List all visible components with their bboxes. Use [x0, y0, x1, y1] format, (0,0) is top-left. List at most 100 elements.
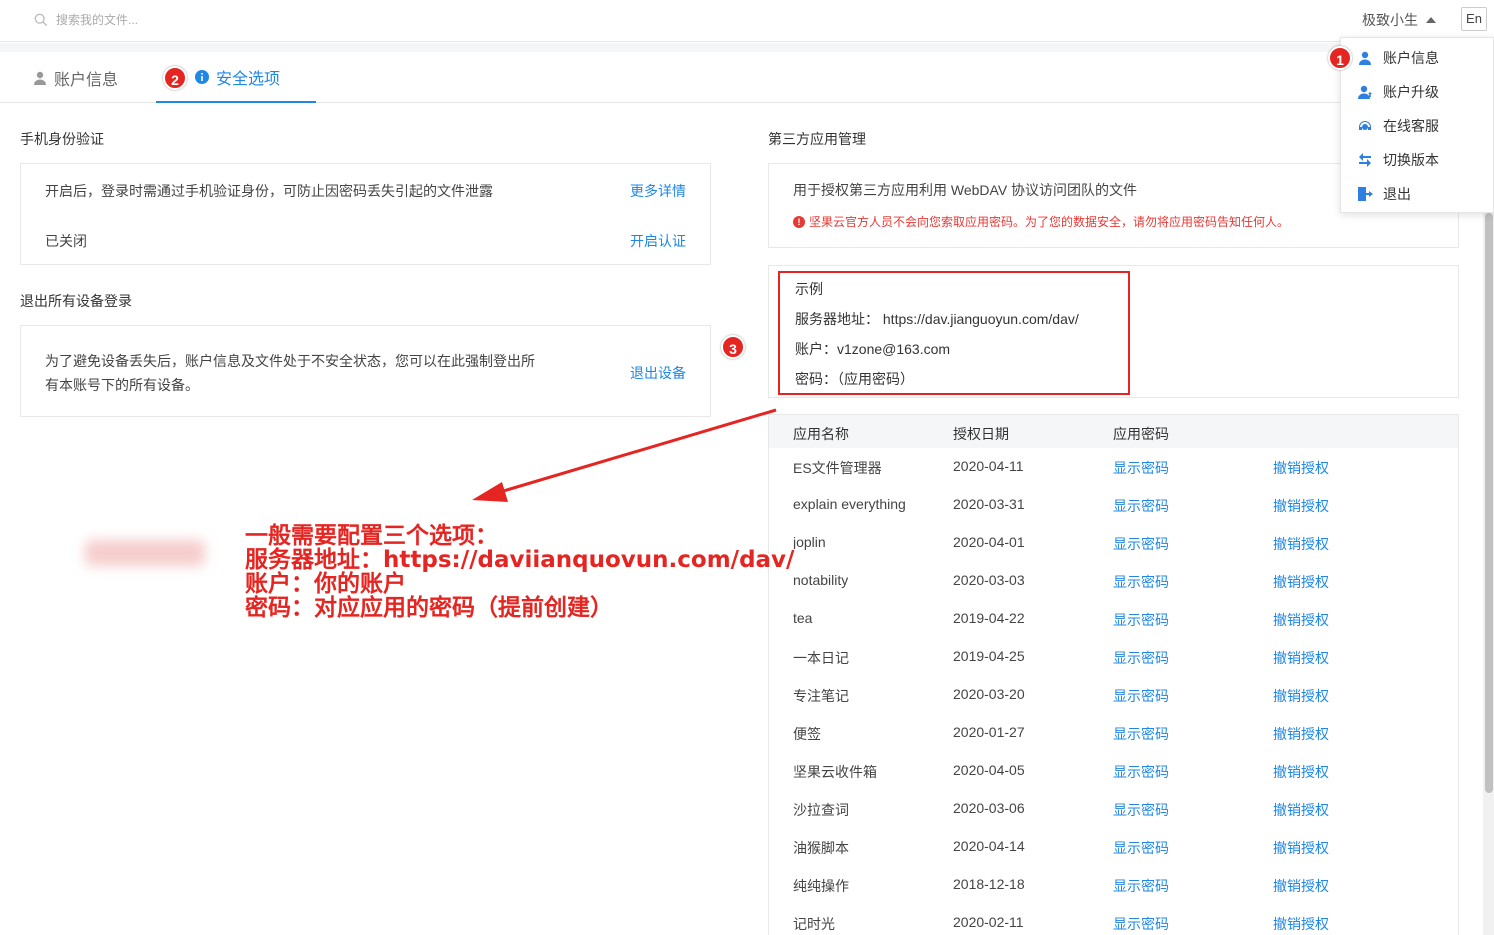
revoke-auth-link[interactable]: 撤销授权 [1273, 534, 1329, 554]
menu-item-switch-version[interactable]: 切换版本 [1341, 143, 1493, 177]
scrollbar-thumb[interactable] [1485, 213, 1493, 793]
menu-item-label: 退出 [1383, 186, 1411, 202]
warning-icon: ! [793, 215, 805, 228]
app-table: 应用名称 授权日期 应用密码 ES文件管理器 2020-04-11 显示密码 撤销授权… [768, 414, 1459, 935]
table-row: 坚果云收件箱 2020-04-05 显示密码 撤销授权 [769, 752, 1458, 790]
annotation-badge-1: 1 [1328, 46, 1352, 70]
tab-label: 账户信息 [54, 71, 119, 89]
show-password-link[interactable]: 显示密码 [1113, 534, 1169, 554]
revoke-auth-link[interactable]: 撤销授权 [1273, 876, 1329, 896]
third-party-title: 第三方应用管理 [768, 131, 866, 147]
table-row: 纯纯操作 2018-12-18 显示密码 撤销授权 [769, 866, 1458, 904]
auth-date-cell: 2018-12-18 [953, 876, 1025, 892]
menu-item-account-info[interactable]: 账户信息 [1341, 41, 1493, 75]
more-details-link[interactable]: 更多详情 [630, 181, 686, 201]
col-app-password: 应用密码 [1113, 426, 1169, 442]
show-password-link[interactable]: 显示密码 [1113, 610, 1169, 630]
table-row: ES文件管理器 2020-04-11 显示密码 撤销授权 [769, 448, 1458, 486]
table-row: 油猴脚本 2020-04-14 显示密码 撤销授权 [769, 828, 1458, 866]
table-row: 记时光 2020-02-11 显示密码 撤销授权 [769, 904, 1458, 935]
app-name-cell: 沙拉查词 [793, 802, 849, 818]
revoke-auth-link[interactable]: 撤销授权 [1273, 496, 1329, 516]
annotation-line2: 服务器地址：https://daviianquovun.com/dav/ [245, 547, 795, 573]
app-name-cell: 坚果云收件箱 [793, 764, 877, 780]
table-row: 一本日记 2019-04-25 显示密码 撤销授权 [769, 638, 1458, 676]
auth-date-cell: 2020-04-01 [953, 534, 1025, 550]
switch-icon [1359, 153, 1371, 167]
col-auth-date: 授权日期 [953, 426, 1009, 442]
caret-up-icon [1426, 17, 1436, 23]
show-password-link[interactable]: 显示密码 [1113, 914, 1169, 934]
show-password-link[interactable]: 显示密码 [1113, 648, 1169, 668]
revoke-auth-link[interactable]: 撤销授权 [1273, 762, 1329, 782]
auth-date-cell: 2019-04-22 [953, 610, 1025, 626]
tab-label: 安全选项 [216, 70, 281, 88]
show-password-link[interactable]: 显示密码 [1113, 800, 1169, 820]
app-name-cell: tea [793, 610, 813, 626]
annotation-text: 一般需要配置三个选项： 服务器地址：https://daviianquovun.… [245, 524, 794, 620]
show-password-link[interactable]: 显示密码 [1113, 458, 1169, 478]
auth-date-cell: 2020-01-27 [953, 724, 1025, 740]
menu-item-upgrade[interactable]: 账户升级 [1341, 75, 1493, 109]
revoke-auth-link[interactable]: 撤销授权 [1273, 724, 1329, 744]
logout-icon [1358, 187, 1373, 201]
revoke-auth-link[interactable]: 撤销授权 [1273, 572, 1329, 592]
annotation-line3: 账户：你的账户 [245, 571, 406, 597]
phone-verify-card: 开启后，登录时需通过手机验证身份，可防止因密码丢失引起的文件泄露 更多详情 已关… [20, 163, 711, 265]
example-heading: 示例 [795, 281, 823, 297]
revoke-auth-link[interactable]: 撤销授权 [1273, 648, 1329, 668]
auth-date-cell: 2020-03-06 [953, 800, 1025, 816]
example-account: 账户：v1zone@163.com [795, 341, 951, 357]
revoke-auth-link[interactable]: 撤销授权 [1273, 800, 1329, 820]
search-box[interactable]: 搜索我的文件... [34, 11, 138, 28]
phone-verify-status: 已关闭 [45, 233, 87, 249]
col-app-name: 应用名称 [793, 426, 849, 442]
revoke-auth-link[interactable]: 撤销授权 [1273, 458, 1329, 478]
auth-date-cell: 2020-04-14 [953, 838, 1025, 854]
auth-date-cell: 2020-03-03 [953, 572, 1025, 588]
app-name-cell: joplin [793, 534, 826, 550]
language-button[interactable]: En [1461, 7, 1487, 31]
annotation-badge-2: 2 [163, 66, 187, 90]
show-password-link[interactable]: 显示密码 [1113, 572, 1169, 592]
auth-date-cell: 2019-04-25 [953, 648, 1025, 664]
app-name-cell: 纯纯操作 [793, 878, 849, 894]
table-row: 便签 2020-01-27 显示密码 撤销授权 [769, 714, 1458, 752]
enable-verify-link[interactable]: 开启认证 [630, 231, 686, 251]
menu-item-support[interactable]: 在线客服 [1341, 109, 1493, 143]
tab-bar: 账户信息 安全选项 [0, 52, 1494, 103]
header-spacer [0, 43, 1494, 52]
show-password-link[interactable]: 显示密码 [1113, 686, 1169, 706]
menu-item-label: 在线客服 [1383, 118, 1439, 134]
auth-date-cell: 2020-04-11 [953, 458, 1024, 474]
phone-verify-title: 手机身份验证 [20, 131, 104, 147]
user-menu-toggle[interactable]: 极致小生 [1362, 10, 1436, 30]
user-dropdown-menu: 账户信息 账户升级 在线客服 切换版本 退出 [1340, 37, 1494, 213]
revoke-auth-link[interactable]: 撤销授权 [1273, 610, 1329, 630]
auth-date-cell: 2020-03-31 [953, 496, 1025, 512]
revoke-auth-link[interactable]: 撤销授权 [1273, 914, 1329, 934]
app-name-cell: explain everything [793, 496, 906, 512]
tab-account-info[interactable]: 账户信息 [32, 52, 118, 103]
app-name-cell: 专注笔记 [793, 688, 849, 704]
show-password-link[interactable]: 显示密码 [1113, 876, 1169, 896]
logout-devices-link[interactable]: 退出设备 [630, 363, 686, 383]
search-placeholder[interactable]: 搜索我的文件... [56, 11, 138, 28]
menu-item-logout[interactable]: 退出 [1341, 177, 1493, 211]
show-password-link[interactable]: 显示密码 [1113, 496, 1169, 516]
annotation-badge-3: 3 [721, 335, 745, 359]
table-row: 专注笔记 2020-03-20 显示密码 撤销授权 [769, 676, 1458, 714]
revoke-auth-link[interactable]: 撤销授权 [1273, 838, 1329, 858]
show-password-link[interactable]: 显示密码 [1113, 724, 1169, 744]
table-row: joplin 2020-04-01 显示密码 撤销授权 [769, 524, 1458, 562]
logout-all-card: 为了避免设备丢失后，账户信息及文件处于不安全状态，您可以在此强制登出所 有本账号… [20, 325, 711, 417]
table-header: 应用名称 授权日期 应用密码 [769, 415, 1458, 448]
revoke-auth-link[interactable]: 撤销授权 [1273, 686, 1329, 706]
top-bar: 搜索我的文件... 极致小生 En [0, 0, 1494, 42]
table-row: explain everything 2020-03-31 显示密码 撤销授权 [769, 486, 1458, 524]
show-password-link[interactable]: 显示密码 [1113, 838, 1169, 858]
show-password-link[interactable]: 显示密码 [1113, 762, 1169, 782]
app-name-cell: 一本日记 [793, 650, 849, 666]
username[interactable]: 极致小生 [1362, 10, 1418, 30]
auth-date-cell: 2020-02-11 [953, 914, 1024, 930]
